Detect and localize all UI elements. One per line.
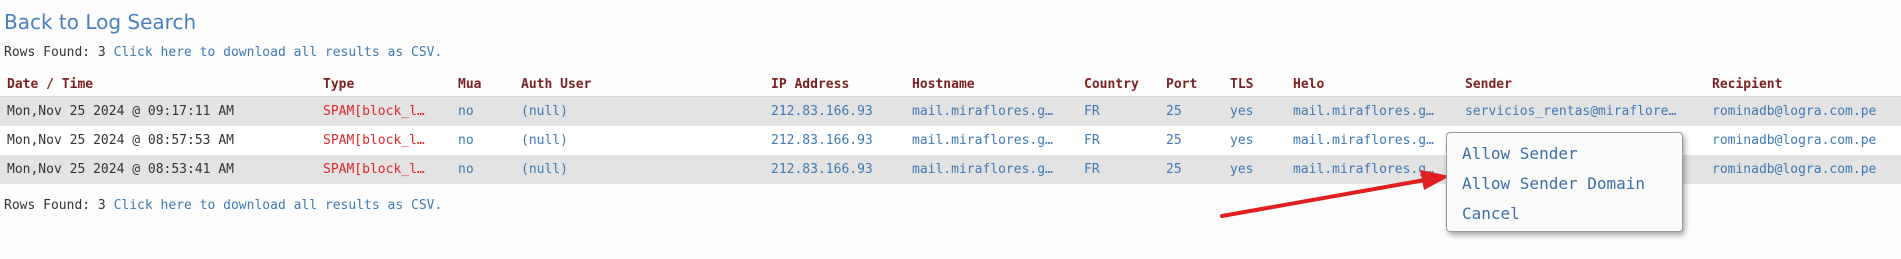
cell-type: SPAM[block_l… [316,96,451,126]
cell-date-time: Mon,Nov 25 2024 @ 08:53:41 AM [0,155,316,184]
cell-auth-user: (null) [514,96,764,126]
cell-mua: no [451,126,514,155]
column-header-sender[interactable]: Sender [1458,72,1705,97]
table-row[interactable]: Mon,Nov 25 2024 @ 09:17:11 AM SPAM[block… [0,96,1901,126]
cell-ip-address: 212.83.166.93 [764,126,905,155]
cell-tls: yes [1223,126,1286,155]
cell-tls: yes [1223,155,1286,184]
cell-hostname: mail.miraflores.g… [905,155,1077,184]
cell-country: FR [1077,126,1159,155]
cell-date-time: Mon,Nov 25 2024 @ 08:57:53 AM [0,126,316,155]
column-header-country[interactable]: Country [1077,72,1159,97]
cell-auth-user: (null) [514,126,764,155]
rows-found-summary-bottom: Rows Found: 3 Click here to download all… [4,198,442,213]
column-header-date-time[interactable]: Date / Time [0,72,316,97]
column-header-ip-address[interactable]: IP Address [764,72,905,97]
cell-mua: no [451,155,514,184]
rows-found-summary-top: Rows Found: 3 Click here to download all… [4,45,442,60]
cancel-menu-item[interactable]: Cancel [1462,199,1682,229]
cell-mua: no [451,96,514,126]
cell-recipient: rominadb@logra.com.pe [1705,96,1901,126]
back-to-log-search-link[interactable]: Back to Log Search [4,10,196,34]
cell-port: 25 [1159,126,1223,155]
cell-helo: mail.miraflores.g… [1286,126,1458,155]
cell-type: SPAM[block_l… [316,126,451,155]
annotation-arrow-line [1220,178,1427,218]
cell-ip-address: 212.83.166.93 [764,155,905,184]
cell-date-time: Mon,Nov 25 2024 @ 09:17:11 AM [0,96,316,126]
column-header-tls[interactable]: TLS [1223,72,1286,97]
cell-recipient: rominadb@logra.com.pe [1705,126,1901,155]
table-header-row: Date / Time Type Mua Auth User IP Addres… [0,72,1901,97]
cell-hostname: mail.miraflores.g… [905,96,1077,126]
context-menu: Allow Sender Allow Sender Domain Cancel [1446,132,1683,232]
allow-sender-domain-menu-item[interactable]: Allow Sender Domain [1462,169,1682,199]
rows-found-label: Rows Found: 3 [4,198,106,213]
column-header-type[interactable]: Type [316,72,451,97]
rows-found-label: Rows Found: 3 [4,45,106,60]
cell-country: FR [1077,96,1159,126]
cell-tls: yes [1223,96,1286,126]
column-header-hostname[interactable]: Hostname [905,72,1077,97]
download-csv-link[interactable]: Click here to download all results as CS… [114,45,443,60]
cell-country: FR [1077,155,1159,184]
cell-sender[interactable]: servicios_rentas@miraflore… [1458,96,1705,126]
cell-ip-address: 212.83.166.93 [764,96,905,126]
cell-port: 25 [1159,96,1223,126]
cell-hostname: mail.miraflores.g… [905,126,1077,155]
cell-recipient: rominadb@logra.com.pe [1705,155,1901,184]
column-header-port[interactable]: Port [1159,72,1223,97]
download-csv-link[interactable]: Click here to download all results as CS… [114,198,443,213]
column-header-recipient[interactable]: Recipient [1705,72,1901,97]
cell-helo: mail.miraflores.g… [1286,96,1458,126]
allow-sender-menu-item[interactable]: Allow Sender [1462,139,1682,169]
cell-port: 25 [1159,155,1223,184]
column-header-helo[interactable]: Helo [1286,72,1458,97]
cell-type: SPAM[block_l… [316,155,451,184]
cell-helo: mail.miraflores.g… [1286,155,1458,184]
cell-auth-user: (null) [514,155,764,184]
column-header-auth-user[interactable]: Auth User [514,72,764,97]
column-header-mua[interactable]: Mua [451,72,514,97]
